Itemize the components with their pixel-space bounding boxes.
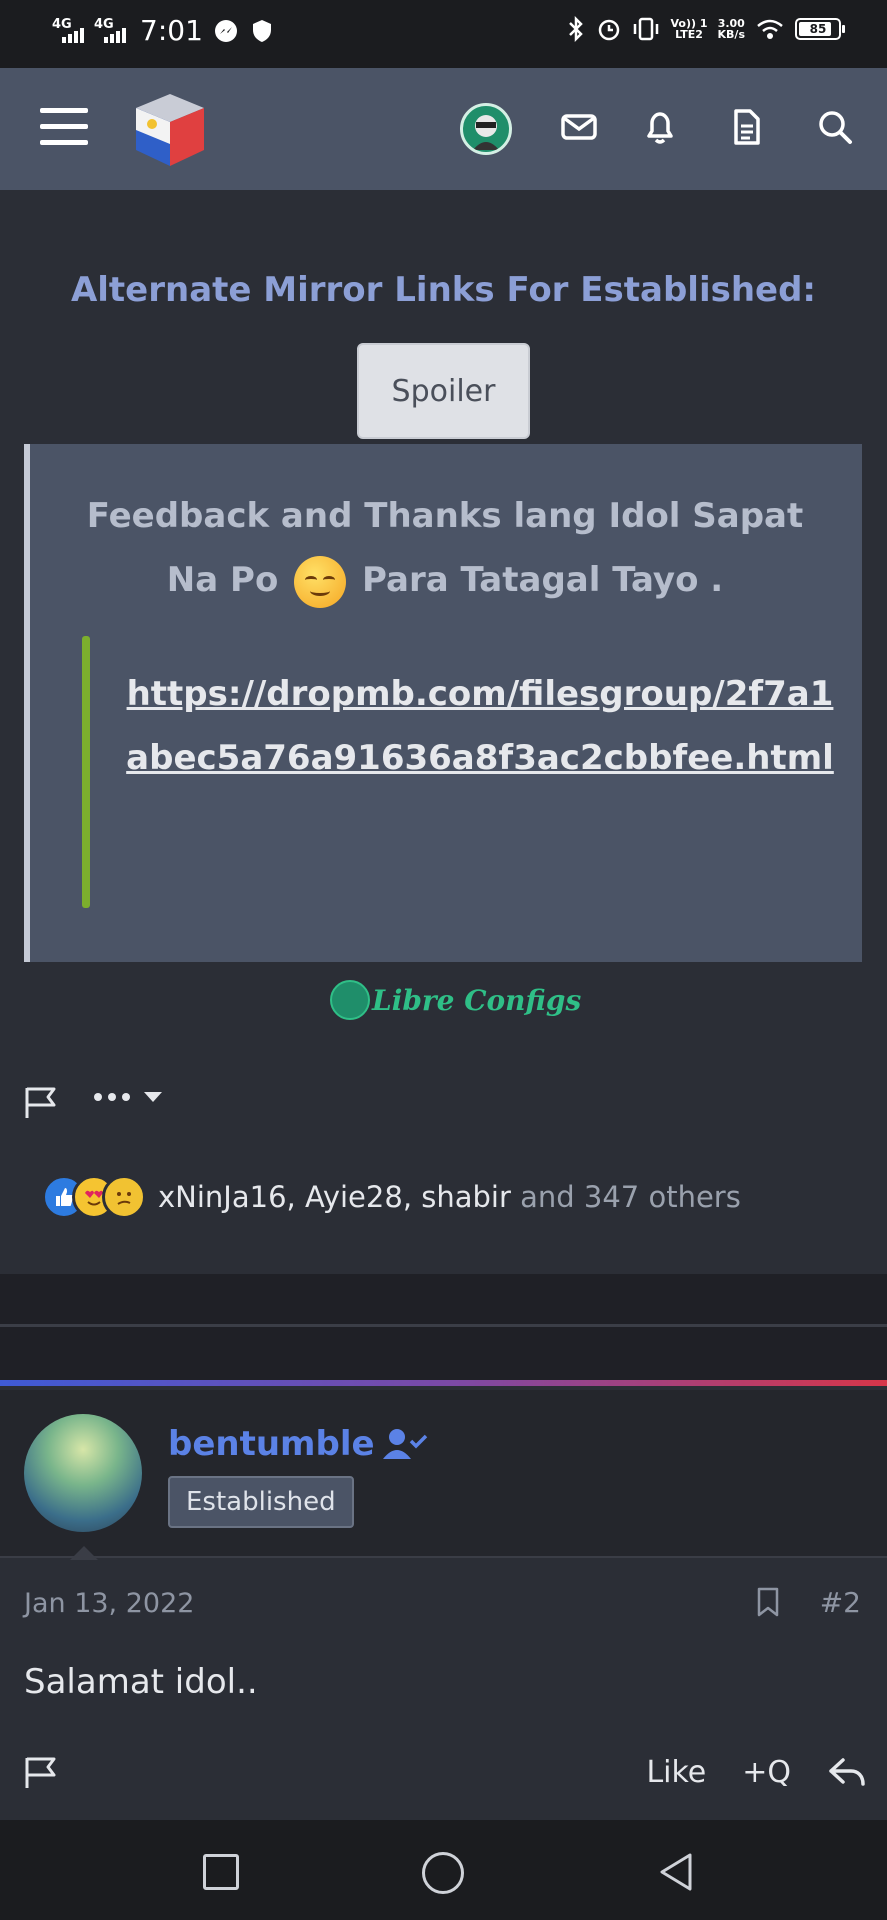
chevron-down-icon — [144, 1092, 162, 1102]
volte-indicator: Vo)) 1 LTE2 — [670, 17, 708, 41]
author-username[interactable]: bentumble — [168, 1424, 429, 1464]
post-content: Alternate Mirror Links For Established: … — [0, 190, 887, 1274]
libre-avatar-icon — [330, 980, 370, 1020]
smiling-emoji-icon — [294, 555, 347, 608]
signal-1-icon: 4G — [52, 17, 84, 43]
shield-icon — [252, 19, 271, 42]
bluetooth-icon — [568, 16, 583, 42]
quote-bar — [82, 636, 90, 908]
post-actions: Like +Q — [646, 1754, 867, 1790]
gradient-divider — [0, 1380, 887, 1386]
wifi-icon — [757, 19, 783, 39]
messenger-icon — [214, 19, 237, 42]
user-avatar[interactable] — [460, 103, 512, 155]
reply-icon[interactable] — [827, 1754, 867, 1790]
bookmark-icon[interactable] — [756, 1586, 780, 1618]
like-button[interactable]: Like — [646, 1755, 706, 1790]
post-2: bentumble Established Jan 13, 2022 #2 Sa… — [0, 1390, 887, 1820]
download-link[interactable]: https://dropmb.com/filesgroup/2f7a1abec5… — [120, 662, 840, 790]
status-bar: 4G 4G 7:01 Vo)) 1 LTE2 3.00 KB/s 85 — [0, 0, 887, 68]
quote-button[interactable]: +Q — [742, 1755, 791, 1790]
signature-logo: Libre Configs — [330, 980, 581, 1020]
battery-icon: 85 — [795, 18, 845, 40]
post-date[interactable]: Jan 13, 2022 — [24, 1588, 194, 1619]
report-flag-icon[interactable] — [22, 1754, 60, 1790]
recents-button[interactable] — [203, 1854, 239, 1890]
signal-2-icon: 4G — [94, 17, 126, 43]
reaction-users: xNinJa16, Ayie28, shabir and 347 others — [158, 1180, 741, 1214]
search-icon[interactable] — [814, 106, 856, 148]
back-button[interactable] — [654, 1850, 698, 1894]
more-options-button[interactable] — [94, 1092, 162, 1102]
reaction-summary[interactable]: xNinJa16, Ayie28, shabir and 347 others — [42, 1175, 741, 1219]
mirror-links-title: Alternate Mirror Links For Established: — [70, 270, 817, 310]
home-button[interactable] — [422, 1852, 464, 1894]
post-body: Salamat idol.. — [24, 1662, 258, 1702]
app-header — [0, 68, 887, 190]
confused-reaction-icon — [102, 1175, 146, 1219]
alarm-icon — [598, 19, 619, 41]
bell-icon[interactable] — [639, 106, 681, 148]
site-logo[interactable] — [128, 88, 212, 172]
spoiler-content: Feedback and Thanks lang Idol Sapat Na P… — [24, 444, 862, 962]
mail-icon[interactable] — [558, 106, 600, 148]
spoiler-message: Feedback and Thanks lang Idol Sapat Na P… — [70, 484, 820, 612]
author-avatar[interactable] — [24, 1414, 142, 1532]
post-separator — [0, 1274, 887, 1386]
report-flag-icon[interactable] — [22, 1084, 60, 1120]
document-icon[interactable] — [726, 106, 768, 148]
network-speed: 3.00 KB/s — [717, 17, 745, 41]
clock: 7:01 — [140, 14, 203, 47]
menu-icon[interactable] — [40, 108, 88, 148]
verified-user-icon — [382, 1429, 427, 1459]
system-nav-bar — [0, 1820, 887, 1920]
spoiler-button[interactable]: Spoiler — [357, 343, 530, 439]
vibrate-icon — [633, 17, 658, 41]
post-author-header: bentumble Established — [0, 1390, 887, 1560]
post-number[interactable]: #2 — [820, 1586, 861, 1619]
user-title-badge: Established — [168, 1476, 354, 1528]
